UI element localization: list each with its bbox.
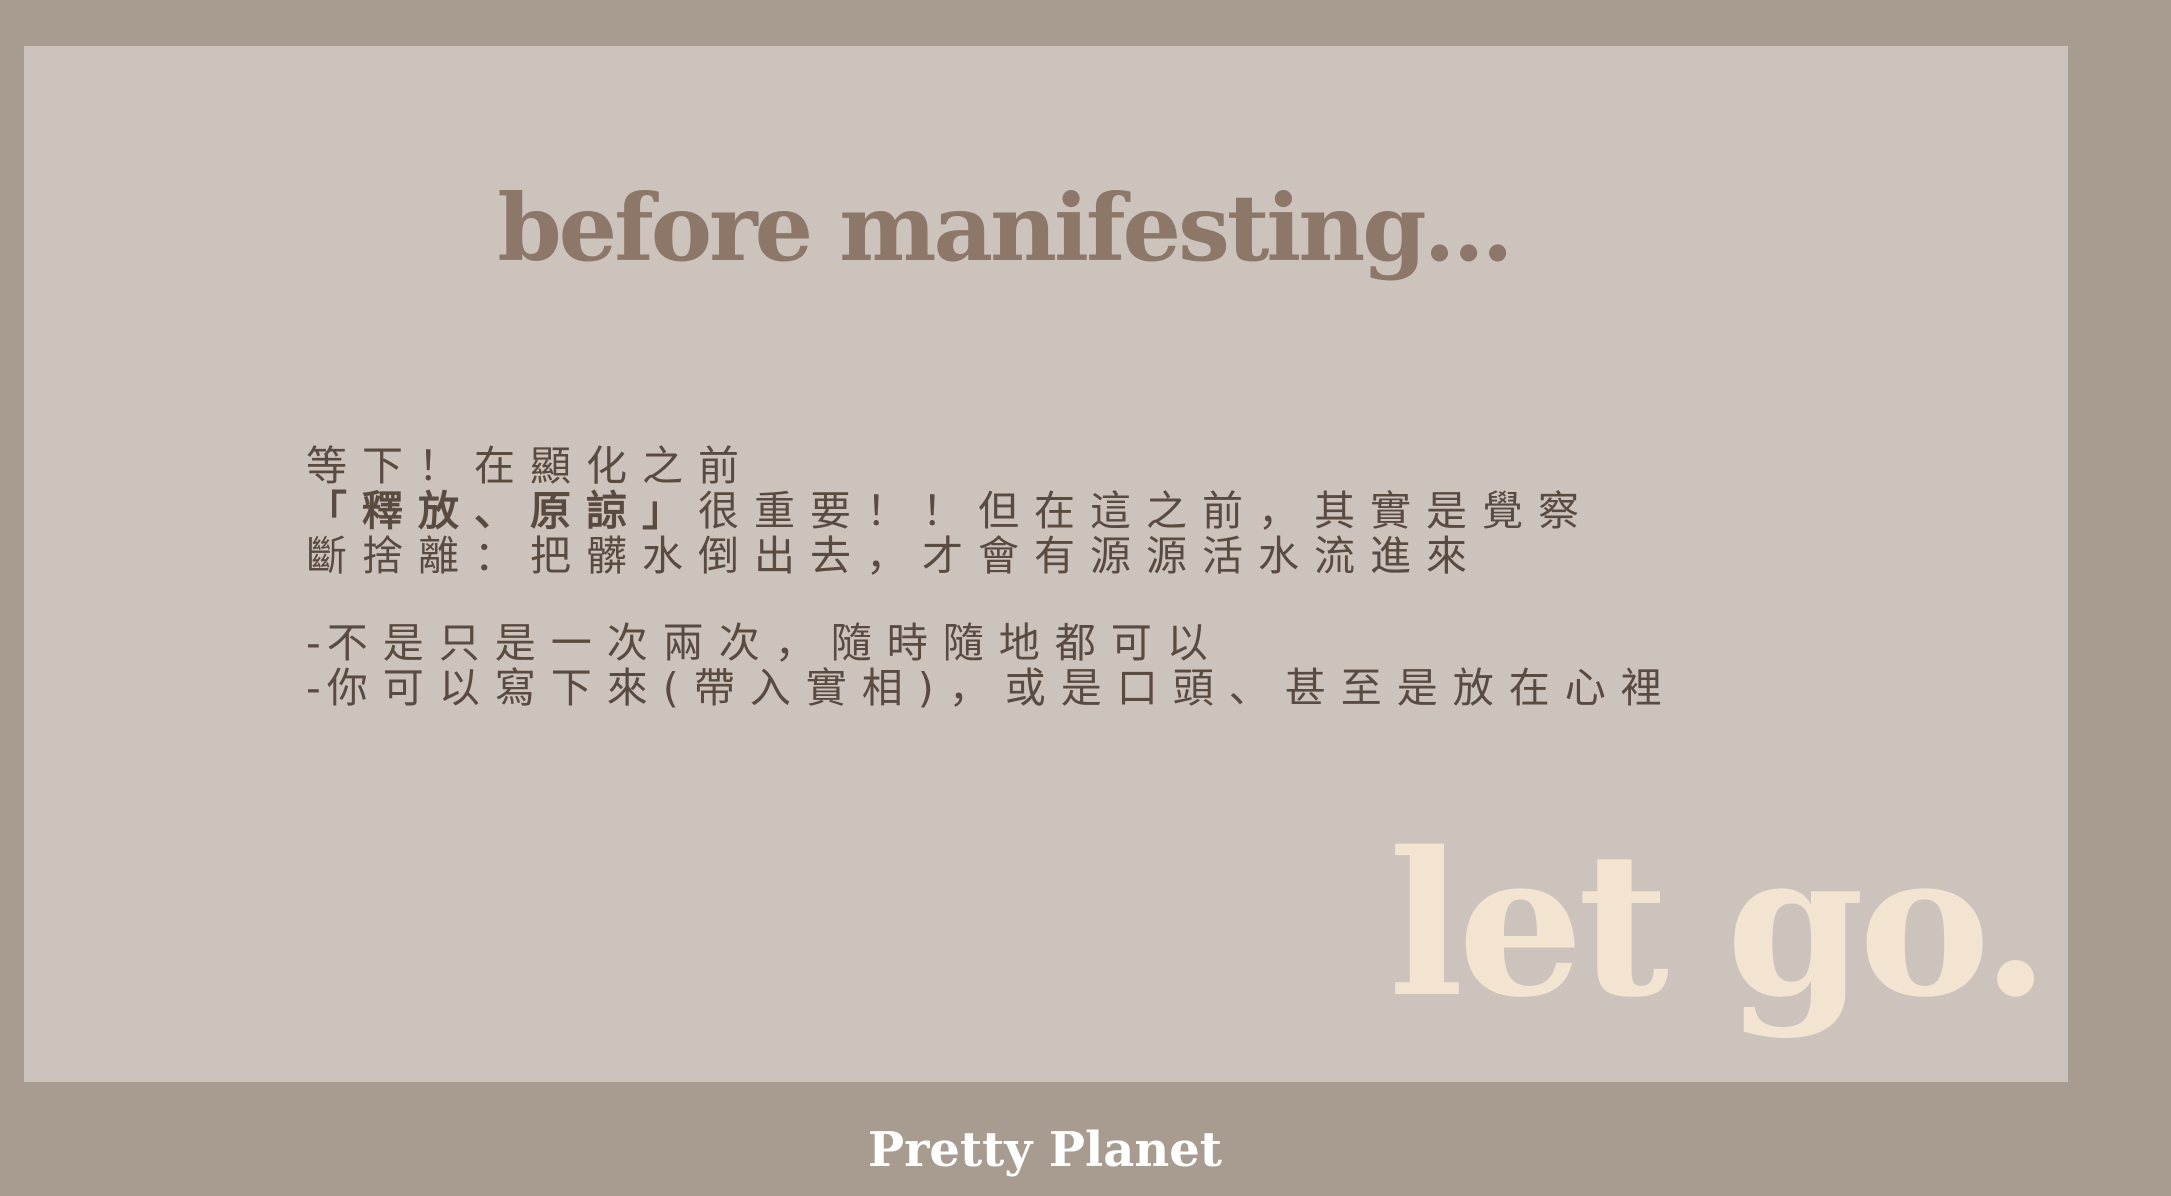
- bullet-item-2-text: 你可以寫下來(帶入實相)，或是口頭、甚至是放在心裡: [326, 664, 1677, 712]
- let-go-accent-text: let go.: [1388, 808, 2050, 1041]
- body-line-2-rest: 很重要！！但在這之前，其實是覺察: [698, 487, 1594, 535]
- slide-card: before manifesting... 等下！在顯化之前 「釋放、原諒」很重…: [24, 46, 2068, 1082]
- bullet-item-1-text: 不是只是一次兩次，隨時隨地都可以: [326, 619, 1223, 667]
- slide-body: 等下！在顯化之前 「釋放、原諒」很重要！！但在這之前，其實是覺察 斷捨離：把髒水…: [306, 444, 1677, 711]
- slide-title: before manifesting...: [497, 174, 1513, 282]
- bullet-dash: -: [306, 664, 327, 712]
- bullet-item-2: -你可以寫下來(帶入實相)，或是口頭、甚至是放在心裡: [306, 666, 1677, 711]
- body-line-2: 「釋放、原諒」很重要！！但在這之前，其實是覺察: [306, 489, 1677, 534]
- bullet-dash: -: [306, 619, 327, 667]
- brand-footer: Pretty Planet: [868, 1122, 1222, 1178]
- body-line-2-emphasis: 「釋放、原諒」: [306, 487, 698, 535]
- body-line-1: 等下！在顯化之前: [306, 442, 754, 490]
- body-line-3: 斷捨離：把髒水倒出去，才會有源源活水流進來: [306, 532, 1482, 580]
- bullet-item-1: -不是只是一次兩次，隨時隨地都可以: [306, 621, 1677, 666]
